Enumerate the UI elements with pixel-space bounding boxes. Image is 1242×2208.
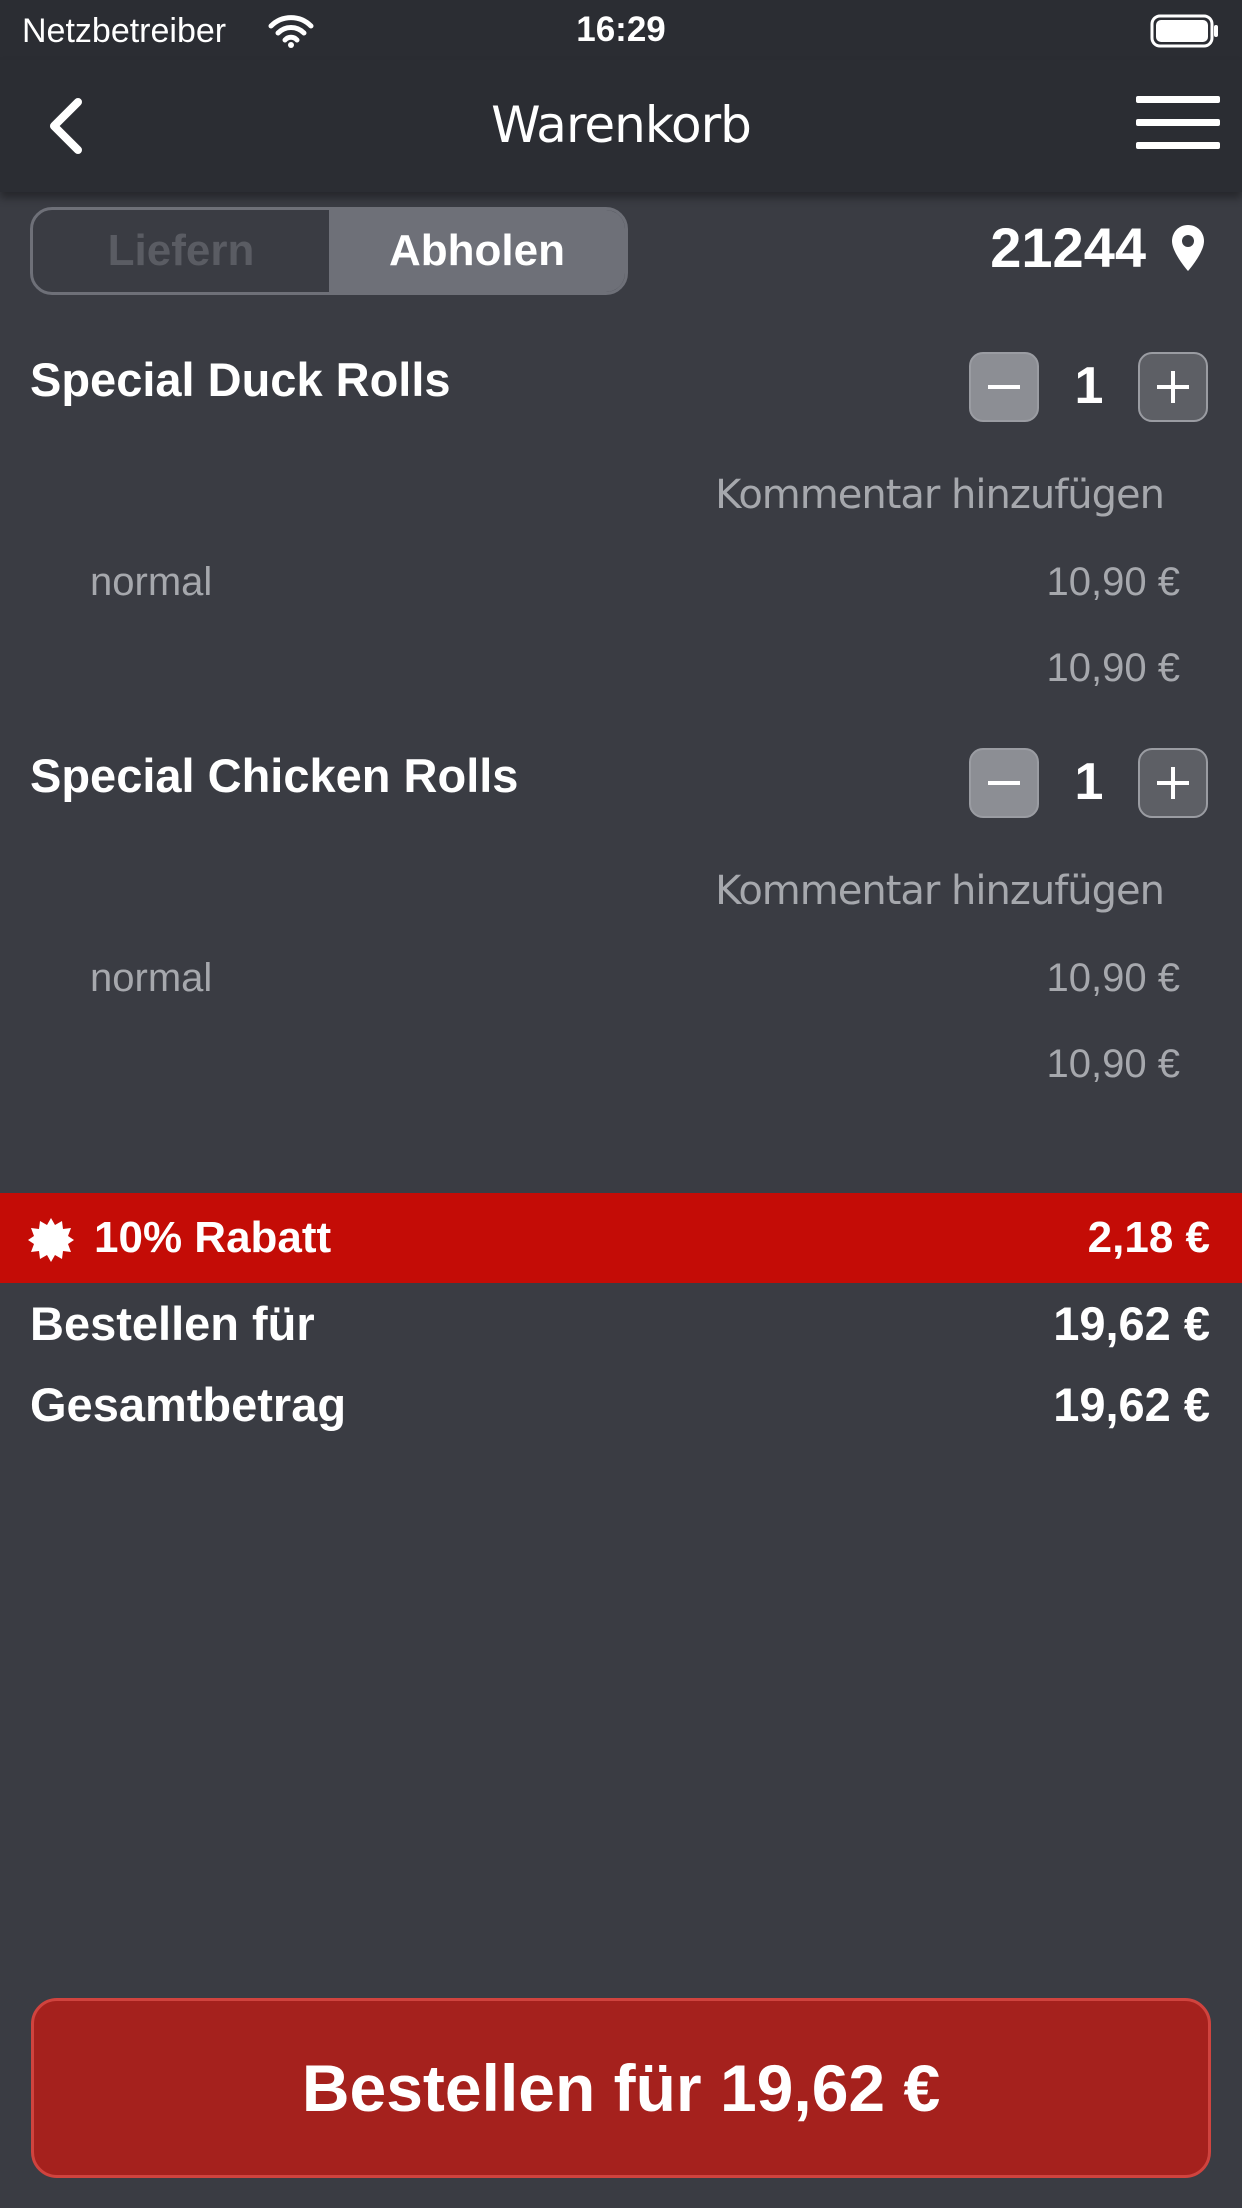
- item-name: Special Duck Rolls: [30, 353, 451, 406]
- zip-code: 21244: [990, 216, 1146, 279]
- add-comment-link[interactable]: Kommentar hinzufügen: [715, 472, 1165, 518]
- total-label: Gesamtbetrag: [30, 1378, 347, 1431]
- hamburger-icon: [1136, 96, 1220, 149]
- order-for-value: 19,62 €: [1053, 1297, 1210, 1350]
- location-selector[interactable]: 21244: [990, 215, 1206, 280]
- page-title: Warenkorb: [491, 96, 752, 154]
- line-total: 10,90 €: [1046, 646, 1180, 690]
- segment-liefern[interactable]: Liefern: [33, 210, 329, 292]
- increase-quantity-button[interactable]: [1138, 352, 1208, 422]
- plus-icon: [1157, 767, 1189, 799]
- quantity-value: 1: [1074, 753, 1104, 811]
- discount-banner: 10% Rabatt 2,18 €: [0, 1193, 1242, 1283]
- total-value: 19,62 €: [1053, 1378, 1210, 1431]
- plus-icon: [1157, 371, 1189, 403]
- decrease-quantity-button[interactable]: [969, 748, 1039, 818]
- status-bar: Netzbetreiber 16:29: [0, 0, 1242, 60]
- variant-price: 10,90 €: [1046, 956, 1180, 1000]
- discount-badge-icon: [28, 1218, 74, 1262]
- menu-button[interactable]: [1136, 96, 1220, 156]
- variant-price: 10,90 €: [1046, 560, 1180, 604]
- quantity-value: 1: [1074, 357, 1104, 415]
- battery-icon: [1150, 14, 1218, 48]
- minus-icon: [988, 385, 1020, 389]
- clock: 16:29: [576, 10, 666, 49]
- discount-label: 10% Rabatt: [94, 1213, 332, 1262]
- item-variant: normal: [90, 560, 213, 604]
- minus-icon: [988, 781, 1020, 785]
- decrease-quantity-button[interactable]: [969, 352, 1039, 422]
- navigation-bar: Warenkorb: [0, 60, 1242, 192]
- discount-amount: 2,18 €: [1087, 1213, 1210, 1262]
- line-total: 10,90 €: [1046, 1042, 1180, 1086]
- increase-quantity-button[interactable]: [1138, 748, 1208, 818]
- item-name: Special Chicken Rolls: [30, 749, 519, 802]
- location-pin-icon: [1172, 224, 1204, 271]
- delivery-mode-toggle: Liefern Abholen: [30, 207, 628, 295]
- segment-abholen[interactable]: Abholen: [329, 210, 625, 292]
- item-variant: normal: [90, 956, 213, 1000]
- order-for-label: Bestellen für: [30, 1297, 315, 1350]
- order-button[interactable]: Bestellen für 19,62 €: [31, 1998, 1211, 2178]
- add-comment-link[interactable]: Kommentar hinzufügen: [715, 868, 1165, 914]
